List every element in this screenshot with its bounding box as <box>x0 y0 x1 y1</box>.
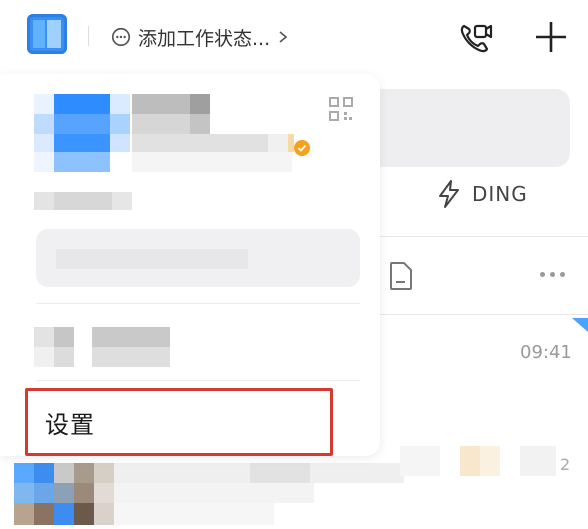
add-work-status-button[interactable]: 添加工作状态... <box>110 22 290 52</box>
mosaic-block <box>14 503 34 525</box>
mosaic-block <box>54 94 110 114</box>
mosaic-block <box>400 446 440 476</box>
qr-code-icon[interactable] <box>328 96 354 122</box>
mosaic-block <box>460 446 480 476</box>
mosaic-block <box>520 446 556 476</box>
status-card[interactable] <box>36 229 360 287</box>
chevron-right-icon <box>279 31 288 43</box>
divider <box>360 314 588 315</box>
mosaic-block <box>110 114 130 134</box>
divider <box>36 303 360 304</box>
mosaic-block <box>54 327 74 347</box>
dot <box>560 271 565 277</box>
mosaic-block <box>54 152 110 172</box>
mosaic-block <box>94 463 114 483</box>
mosaic-block <box>92 347 170 367</box>
divider <box>36 380 360 381</box>
mosaic-block <box>56 249 248 269</box>
mosaic-block <box>34 114 54 134</box>
plus-icon[interactable] <box>532 18 570 56</box>
dot <box>550 271 555 277</box>
mosaic-block <box>94 503 114 525</box>
mosaic-block <box>54 347 74 367</box>
mosaic-block <box>480 446 500 476</box>
mosaic-block <box>34 503 54 525</box>
mosaic-block <box>54 114 110 134</box>
chat-time: 09:41 <box>520 342 572 363</box>
mosaic-block <box>34 483 54 503</box>
divider <box>88 26 89 46</box>
mosaic-block <box>14 483 34 503</box>
mosaic-block <box>110 94 130 114</box>
mosaic-block <box>34 347 54 367</box>
mosaic-block <box>54 483 74 503</box>
mosaic-block <box>250 463 310 483</box>
app-logo-part <box>47 20 61 48</box>
more-icon[interactable] <box>540 262 572 286</box>
mosaic-block <box>288 134 294 152</box>
mosaic-block <box>14 463 34 483</box>
mosaic-block <box>54 134 110 152</box>
mosaic-block <box>94 483 114 503</box>
mosaic-block <box>34 327 54 347</box>
mosaic-block <box>92 327 170 347</box>
mosaic-block <box>132 94 190 114</box>
chat-bubble-icon <box>111 27 131 47</box>
mosaic-block <box>34 192 54 210</box>
mosaic-block <box>110 134 130 152</box>
mosaic-block <box>74 483 94 503</box>
document-icon[interactable] <box>388 261 414 291</box>
mosaic-block <box>132 114 190 134</box>
mosaic-block <box>114 503 274 525</box>
dot <box>540 271 545 277</box>
verified-badge-icon <box>294 140 310 156</box>
top-bar: 添加工作状态... <box>0 0 588 72</box>
ding-label: DING <box>472 182 528 206</box>
settings-menu-item[interactable]: 设置 <box>25 388 333 456</box>
mosaic-block <box>190 114 210 134</box>
mosaic-block <box>34 94 54 114</box>
mosaic-block <box>74 503 94 525</box>
status-label: 添加工作状态... <box>138 27 271 50</box>
lightning-icon <box>439 180 459 208</box>
mosaic-block <box>54 503 74 525</box>
video-call-icon[interactable] <box>455 18 495 58</box>
mosaic-block <box>74 463 94 483</box>
mosaic-block <box>112 192 132 210</box>
mosaic-block <box>34 152 54 172</box>
settings-label: 设置 <box>45 410 95 439</box>
mosaic-block <box>34 463 54 483</box>
unread-corner-mark <box>572 318 588 332</box>
mosaic-block <box>34 134 54 152</box>
ding-button[interactable]: DING <box>436 174 528 214</box>
app-logo-part <box>33 20 45 48</box>
mosaic-block <box>268 134 288 152</box>
mosaic-block <box>190 94 210 114</box>
mosaic-block <box>132 152 292 172</box>
mosaic-block <box>132 134 268 152</box>
mosaic-block <box>54 463 74 483</box>
mosaic-block <box>114 483 314 503</box>
app-logo-icon[interactable] <box>27 14 67 54</box>
unread-count: 2 <box>560 455 571 474</box>
mosaic-block <box>54 192 112 210</box>
